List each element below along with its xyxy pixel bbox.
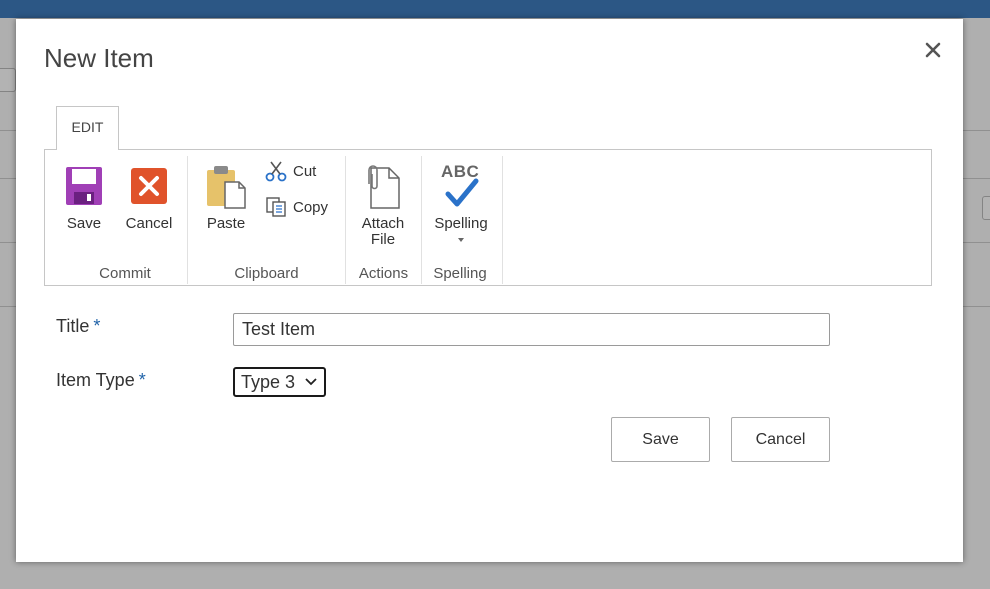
attach-file-button[interactable]: Attach File (355, 164, 411, 248)
paste-icon (207, 166, 246, 209)
scissors-icon (265, 161, 287, 182)
item-type-label-text: Item Type (56, 370, 135, 390)
save-button[interactable]: Save (611, 417, 710, 462)
cancel-ribbon-button[interactable]: Cancel (121, 166, 177, 232)
required-marker: * (93, 316, 101, 336)
tab-edit[interactable]: EDIT (56, 106, 119, 150)
close-icon (925, 42, 941, 58)
required-marker: * (138, 370, 146, 390)
title-label-text: Title (56, 316, 90, 336)
paste-button[interactable]: Paste (201, 164, 251, 232)
new-item-dialog: New Item EDIT Save Cancel Commit Paste C… (16, 19, 963, 562)
group-label-clipboard: Clipboard (234, 265, 299, 282)
item-type-selected-value: Type 3 (241, 371, 296, 392)
title-input[interactable] (233, 313, 830, 346)
group-divider (502, 156, 503, 284)
group-label-actions: Actions (358, 265, 409, 282)
item-type-field-label: Item Type * (56, 370, 146, 391)
cancel-icon (131, 168, 167, 204)
copy-icon (266, 197, 286, 217)
close-button[interactable] (920, 37, 946, 63)
cancel-button[interactable]: Cancel (731, 417, 830, 462)
paperclip-document-icon (368, 165, 400, 209)
spelling-icon: ABC (439, 162, 483, 212)
checkmark-icon (445, 178, 479, 207)
spelling-button[interactable]: ABC Spelling (431, 162, 491, 242)
spelling-label: Spelling (434, 215, 488, 232)
item-type-select[interactable]: Type 3 (233, 367, 326, 397)
save-icon (66, 167, 102, 205)
chevron-down-icon (305, 378, 317, 386)
group-label-spelling: Spelling (433, 265, 487, 282)
paste-label: Paste (206, 215, 246, 232)
attach-file-label-line2: File (370, 231, 396, 248)
save-ribbon-button[interactable]: Save (59, 166, 109, 232)
save-ribbon-label: Save (66, 215, 102, 232)
attach-file-label-line1: Attach (361, 215, 405, 232)
copy-label: Copy (293, 198, 329, 216)
cut-button[interactable]: Cut (265, 160, 316, 182)
group-label-commit: Commit (99, 265, 151, 282)
ribbon: Save Cancel Commit Paste Cut Copy Clipbo… (44, 149, 932, 286)
copy-button[interactable]: Copy (265, 196, 328, 218)
chevron-down-icon (458, 238, 464, 242)
cut-label: Cut (293, 162, 317, 180)
dialog-title: New Item (44, 43, 154, 73)
cancel-ribbon-label: Cancel (125, 215, 173, 232)
title-field-label: Title * (56, 316, 100, 337)
